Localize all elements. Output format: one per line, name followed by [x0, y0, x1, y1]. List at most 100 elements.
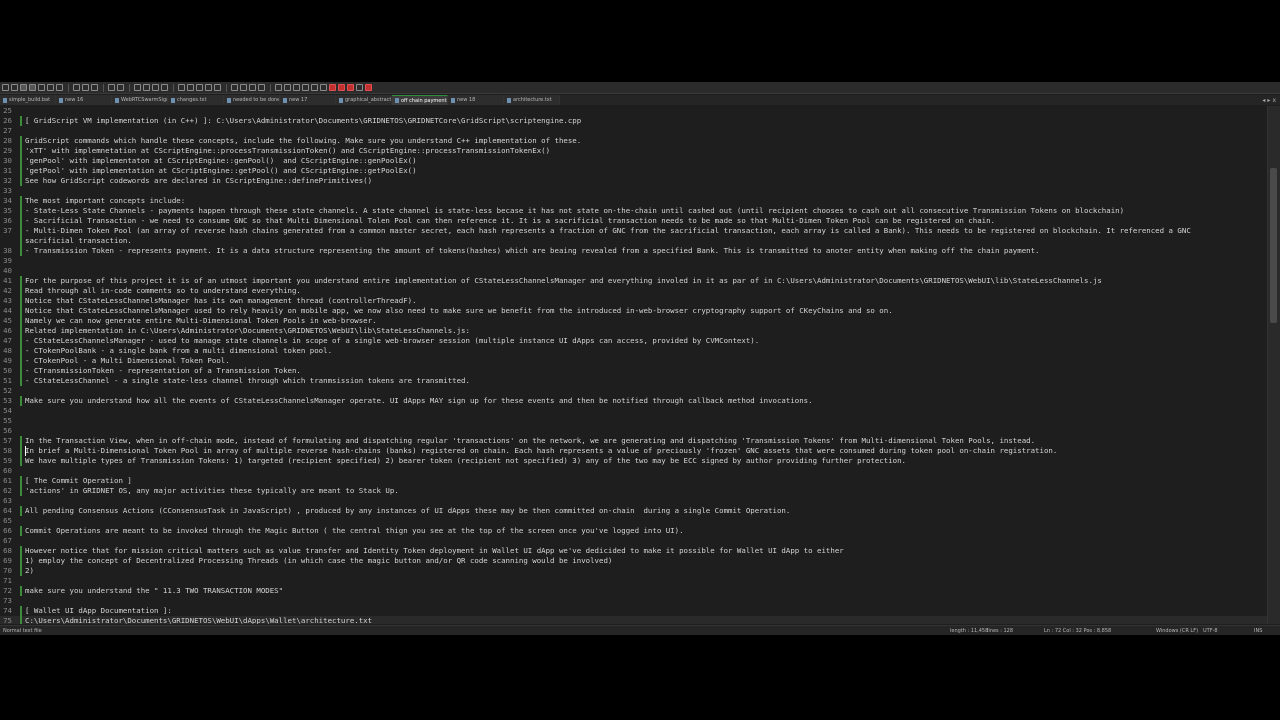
- text-line[interactable]: 27: [0, 126, 1268, 136]
- text-line[interactable]: 52: [0, 386, 1268, 396]
- save-all-icon[interactable]: [29, 84, 36, 91]
- print-icon[interactable]: [56, 84, 63, 91]
- text-line[interactable]: 29 'xTT' with implemnetation at CScriptEn…: [0, 146, 1268, 156]
- vertical-scrollbar[interactable]: [1267, 106, 1280, 624]
- stop-macro-icon[interactable]: [293, 84, 300, 91]
- text-line[interactable]: 31 'getPool' with implementation at CScri…: [0, 166, 1268, 176]
- text-line[interactable]: 74 [ Wallet UI dApp Documentation ]:: [0, 606, 1268, 616]
- play-macro-icon[interactable]: [302, 84, 309, 91]
- close-tab-icon[interactable]: x: [1272, 97, 1276, 104]
- text-line[interactable]: 44 Notice that CStateLessChannelsManager …: [0, 306, 1268, 316]
- text-line[interactable]: 32 See how GridScript codewords are decla…: [0, 176, 1268, 186]
- text-line[interactable]: 69 1) employ the concept of Decentralized…: [0, 556, 1268, 566]
- text-line[interactable]: 35 - State-Less State Channels - payments…: [0, 206, 1268, 216]
- text-line[interactable]: 73: [0, 596, 1268, 606]
- text-line[interactable]: 42 Read through all in-code comments so t…: [0, 286, 1268, 296]
- text-line[interactable]: sacrificial transaction.: [0, 236, 1268, 246]
- text-line[interactable]: 60: [0, 466, 1268, 476]
- eol-format[interactable]: Windows (CR LF): [1156, 628, 1198, 634]
- text-line[interactable]: 38 - Transmission Token - represents paym…: [0, 246, 1268, 256]
- text-line[interactable]: 46 Related implementation in C:\Users\Adm…: [0, 326, 1268, 336]
- text-line[interactable]: 61 [ The Commit Operation ]: [0, 476, 1268, 486]
- text-line[interactable]: 50 - CTransmissionToken - representation …: [0, 366, 1268, 376]
- sync-vertical-icon[interactable]: [178, 84, 185, 91]
- undo-icon[interactable]: [108, 84, 115, 91]
- monitoring-icon[interactable]: [275, 84, 282, 91]
- text-line[interactable]: 75 C:\Users\Administrator\Documents\GRIDN…: [0, 616, 1268, 624]
- redo-icon[interactable]: [117, 84, 124, 91]
- text-line[interactable]: 41 For the purpose of this project it is …: [0, 276, 1268, 286]
- text-line[interactable]: 28 GridScript commands which handle these…: [0, 136, 1268, 146]
- text-line[interactable]: 36 - Sacrificial Transaction - we need to…: [0, 216, 1268, 226]
- text-line[interactable]: 56: [0, 426, 1268, 436]
- doc-map-icon[interactable]: [240, 84, 247, 91]
- tab-8[interactable]: off chain payments.txt✕: [392, 95, 448, 105]
- plugin-icon[interactable]: [356, 84, 363, 91]
- zoom-in-icon[interactable]: [152, 84, 159, 91]
- tab-4[interactable]: changes.txt: [168, 95, 224, 105]
- new-file-icon[interactable]: [2, 84, 9, 91]
- text-line[interactable]: 40: [0, 266, 1268, 276]
- text-line[interactable]: 66 Commit Operations are meant to be invo…: [0, 526, 1268, 536]
- save-macro-icon[interactable]: [320, 84, 327, 91]
- text-line[interactable]: 55: [0, 416, 1268, 426]
- text-line[interactable]: 49 - CTokenPool - a Multi Dimensional Tok…: [0, 356, 1268, 366]
- run-macro-icon[interactable]: [311, 84, 318, 91]
- record-macro-icon[interactable]: [284, 84, 291, 91]
- text-line[interactable]: 63: [0, 496, 1268, 506]
- text-line[interactable]: 53 Make sure you understand how all the e…: [0, 396, 1268, 406]
- text-line[interactable]: 45 Namely we can now generate entire Mult…: [0, 316, 1268, 326]
- paste-icon[interactable]: [91, 84, 98, 91]
- indent-guide-icon[interactable]: [214, 84, 221, 91]
- scrollbar-thumb[interactable]: [1270, 168, 1277, 323]
- text-line[interactable]: 43 Notice that CStateLessChannelsManager …: [0, 296, 1268, 306]
- text-line[interactable]: 68 However notice that for mission critic…: [0, 546, 1268, 556]
- plugin-icon[interactable]: [329, 84, 336, 91]
- text-line[interactable]: 72 make sure you understand the " 11.3 TW…: [0, 586, 1268, 596]
- tab-2[interactable]: new 16: [56, 95, 112, 105]
- copy-icon[interactable]: [82, 84, 89, 91]
- tab-7[interactable]: graphical_abstract.svg: [336, 95, 392, 105]
- text-line[interactable]: 37 - Multi-Dimen Token Pool (an array of …: [0, 226, 1268, 236]
- text-line[interactable]: 64 All pending Consensus Actions (CConsen…: [0, 506, 1268, 516]
- tab-6[interactable]: new 17: [280, 95, 336, 105]
- text-line[interactable]: 39: [0, 256, 1268, 266]
- text-line[interactable]: 54: [0, 406, 1268, 416]
- replace-icon[interactable]: [143, 84, 150, 91]
- save-icon[interactable]: [20, 84, 27, 91]
- find-icon[interactable]: [134, 84, 141, 91]
- tab-10[interactable]: architecture.txt: [504, 95, 560, 105]
- zoom-out-icon[interactable]: [161, 84, 168, 91]
- text-line[interactable]: 26 [ GridScript VM implementation (in C++…: [0, 116, 1268, 126]
- text-line[interactable]: 47 - CStateLessChannelsManager - used to …: [0, 336, 1268, 346]
- text-line[interactable]: 33: [0, 186, 1268, 196]
- text-line[interactable]: 57 In the Transaction View, when in off-c…: [0, 436, 1268, 446]
- cut-icon[interactable]: [73, 84, 80, 91]
- lang-icon[interactable]: [231, 84, 238, 91]
- plugin-icon[interactable]: [338, 84, 345, 91]
- plugin-icon[interactable]: [347, 84, 354, 91]
- tab-5[interactable]: needed to be done.txt: [224, 95, 280, 105]
- text-line[interactable]: 48 - CTokenPoolBank - a single bank from …: [0, 346, 1268, 356]
- tab-1[interactable]: simple_build.bat: [0, 95, 56, 105]
- text-line[interactable]: 67: [0, 536, 1268, 546]
- open-file-icon[interactable]: [11, 84, 18, 91]
- show-all-chars-icon[interactable]: [205, 84, 212, 91]
- scroll-left-icon[interactable]: ◂: [1262, 97, 1265, 104]
- text-line[interactable]: 65: [0, 516, 1268, 526]
- scroll-right-icon[interactable]: ▸: [1267, 97, 1270, 104]
- text-line[interactable]: 25: [0, 106, 1268, 116]
- text-line[interactable]: 34 The most important concepts include:: [0, 196, 1268, 206]
- tab-3[interactable]: WebRTCSwarmSignaling_paper_text.cfg: [112, 95, 168, 105]
- text-editor[interactable]: 25 26 [ GridScript VM implementation (in C…: [0, 106, 1268, 624]
- function-list-icon[interactable]: [249, 84, 256, 91]
- text-line[interactable]: 70 2): [0, 566, 1268, 576]
- plugin-icon[interactable]: [365, 84, 372, 91]
- text-line[interactable]: 71: [0, 576, 1268, 586]
- close-all-icon[interactable]: [47, 84, 54, 91]
- text-line[interactable]: 30 'genPool' with implementaton at CScrip…: [0, 156, 1268, 166]
- folder-workspace-icon[interactable]: [258, 84, 265, 91]
- text-line[interactable]: 62 'actions' in GRIDNET OS, any major act…: [0, 486, 1268, 496]
- word-wrap-icon[interactable]: [196, 84, 203, 91]
- tab-9[interactable]: new 18: [448, 95, 504, 105]
